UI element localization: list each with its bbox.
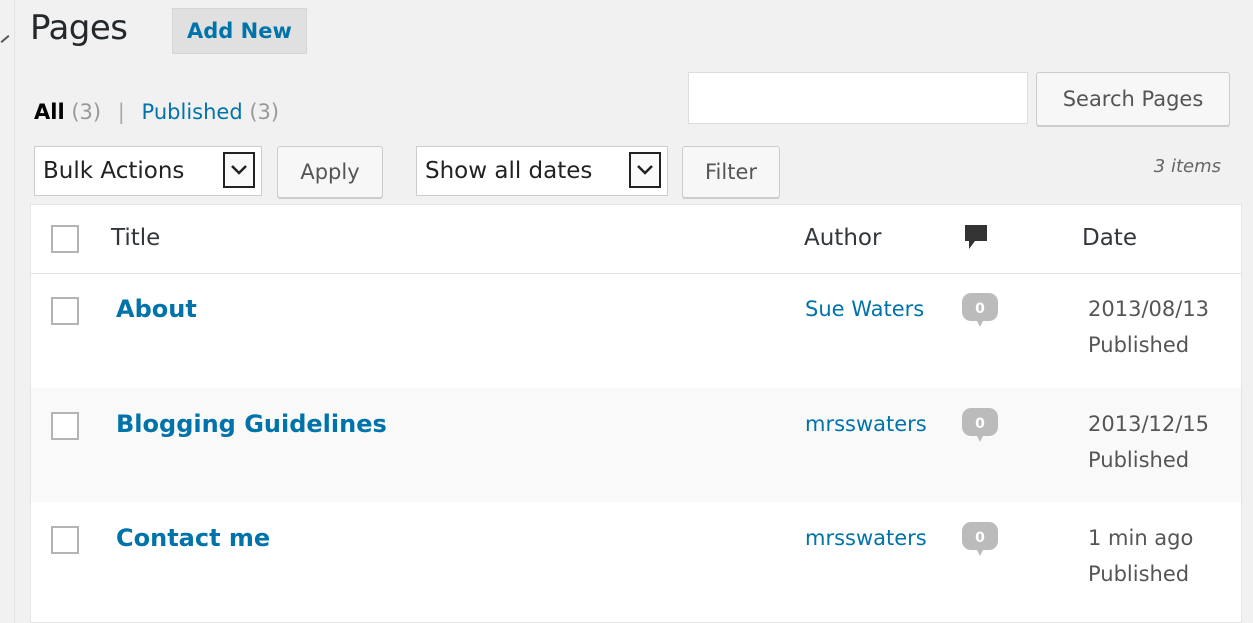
date-value: 2013/12/15 <box>1088 412 1210 436</box>
author-link[interactable]: mrsswaters <box>805 526 927 550</box>
date-cell: 1 min ago Published <box>1088 520 1193 592</box>
edge-mark <box>0 35 10 43</box>
page-title: Pages <box>30 8 128 48</box>
dates-filter-select[interactable]: Show all dates <box>416 146 668 196</box>
table-header-row: Title Author Date <box>31 205 1241 274</box>
table-row: About Sue Waters 0 2013/08/13 Published <box>31 273 1241 388</box>
column-header-date[interactable]: Date <box>1082 225 1137 251</box>
apply-button[interactable]: Apply <box>277 146 383 198</box>
comment-count-bubble[interactable]: 0 <box>960 406 1000 450</box>
post-status: Published <box>1088 562 1190 586</box>
comment-count-bubble[interactable]: 0 <box>960 520 1000 564</box>
select-all-checkbox[interactable] <box>51 225 79 253</box>
dates-filter-value: Show all dates <box>425 158 593 184</box>
row-checkbox[interactable] <box>51 412 79 440</box>
page-title-link[interactable]: About <box>116 295 197 323</box>
filter-button[interactable]: Filter <box>682 146 780 198</box>
author-link[interactable]: mrsswaters <box>805 412 927 436</box>
column-header-title[interactable]: Title <box>111 225 160 251</box>
page-title-link[interactable]: Blogging Guidelines <box>116 410 387 438</box>
search-input[interactable] <box>688 72 1028 124</box>
comment-count: 0 <box>975 416 985 432</box>
chevron-down-icon <box>223 152 255 188</box>
comment-count: 0 <box>975 530 985 546</box>
date-cell: 2013/08/13 Published <box>1088 291 1209 363</box>
row-checkbox[interactable] <box>51 526 79 554</box>
comment-bubble-icon[interactable] <box>963 223 991 257</box>
filter-separator: | <box>117 100 125 124</box>
row-checkbox[interactable] <box>51 297 79 325</box>
filter-published-link[interactable]: Published <box>142 100 243 124</box>
items-count: 3 items <box>1153 156 1221 177</box>
chevron-down-icon <box>629 152 661 188</box>
add-new-button[interactable]: Add New <box>172 8 307 54</box>
post-status: Published <box>1088 448 1190 472</box>
page-title-link[interactable]: Contact me <box>116 524 270 552</box>
filter-published-count: (3) <box>249 100 280 124</box>
column-header-author: Author <box>804 225 882 251</box>
filter-all-link[interactable]: All <box>34 100 65 124</box>
table-row: Blogging Guidelines mrsswaters 0 2013/12… <box>31 388 1241 502</box>
post-status: Published <box>1088 333 1190 357</box>
date-value: 1 min ago <box>1088 526 1194 550</box>
filter-all-count: (3) <box>71 100 102 124</box>
status-filter-links: All (3) | Published (3) <box>34 100 279 124</box>
comment-count-bubble[interactable]: 0 <box>960 291 1000 335</box>
left-divider <box>14 0 15 623</box>
table-row: Contact me mrsswaters 0 1 min ago Publis… <box>31 502 1241 616</box>
search-pages-button[interactable]: Search Pages <box>1036 72 1230 126</box>
bulk-actions-select[interactable]: Bulk Actions <box>34 146 262 196</box>
author-link[interactable]: Sue Waters <box>805 297 924 321</box>
bulk-actions-value: Bulk Actions <box>43 158 185 184</box>
comment-count: 0 <box>975 301 985 317</box>
date-cell: 2013/12/15 Published <box>1088 406 1209 478</box>
pages-table: Title Author Date About Sue Waters 0 201… <box>30 204 1242 623</box>
date-value: 2013/08/13 <box>1088 297 1210 321</box>
